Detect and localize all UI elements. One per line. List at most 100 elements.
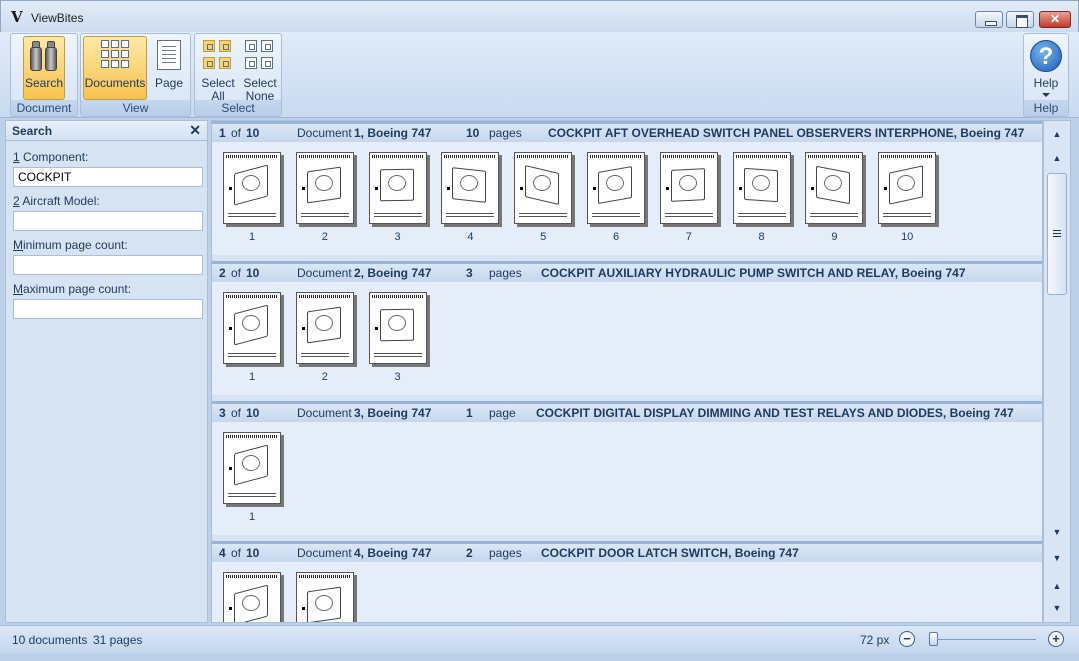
page-number: 9 [831,231,838,243]
page-number: 4 [467,231,474,243]
scroll-next-document-icon[interactable]: ▼ [1044,599,1070,617]
min-page-count-accel: M [13,238,23,252]
doc-of: of [231,126,242,140]
close-search-pane-icon[interactable]: ✕ [189,122,201,139]
doc-total: 10 [246,126,260,140]
doc-title: COCKPIT AUXILIARY HYDRAULIC PUMP SWITCH … [541,266,966,280]
select-none-button[interactable]: Select None [239,36,281,103]
page-thumbnail[interactable] [732,152,791,224]
page-number: 5 [540,231,547,243]
doc-id: 4, Boeing 747 [354,546,432,560]
page-thumbnail[interactable] [587,152,645,224]
document-section: 2 of 10 Document 2, Boeing 747 3 pages COCKPIT … [212,261,1042,401]
page-thumbnail[interactable] [368,292,427,364]
scrollbar-thumb[interactable] [1047,173,1067,295]
max-page-count-label: Maximum page count: [13,282,131,296]
page-thumbnail[interactable] [368,152,427,224]
documents-grid-icon [101,40,129,68]
page-thumbnail[interactable] [514,152,573,224]
status-page-count: 31 pages [93,633,143,647]
doc-pages-label: pages [489,266,522,280]
document-pages: 1 2 3 [212,282,1042,395]
ribbon-group-help: ? Help Help [1023,33,1069,117]
doc-index: 2 [219,266,226,280]
page-thumbnail[interactable] [878,152,937,224]
document-header[interactable]: 4 of 10 Document 4, Boeing 747 2 pages COCKPIT … [212,541,1042,562]
doc-of: of [231,546,242,560]
ribbon-group-label: Document [11,100,77,116]
ribbon-group-label: View [81,100,190,116]
close-icon [1040,12,1070,27]
documents-view-label: Documents [84,76,146,90]
page-thumbnail[interactable] [295,292,354,364]
page-icon [157,40,181,70]
doc-pages-label: page [489,406,516,420]
doc-total: 10 [246,266,260,280]
min-page-count-label: Minimum page count: [13,238,128,252]
minimize-icon [976,12,1002,27]
page-thumbnail[interactable] [659,152,718,224]
document-pages: 12 [212,562,1042,622]
page-thumbnail[interactable] [295,152,354,224]
zoom-in-button[interactable]: + [1048,631,1064,647]
page-thumbnail[interactable] [441,152,500,224]
doc-id: 1, Boeing 747 [354,126,432,140]
page-number: 10 [901,231,914,243]
min-page-count-input[interactable] [13,255,203,275]
search-button-label: Search [24,76,64,90]
doc-label: Document [297,266,352,280]
vertical-scrollbar[interactable]: ▲ ▲ ▼ ▼ ▲ ▼ [1043,120,1071,623]
scroll-prev-document-icon[interactable]: ▲ [1044,577,1070,595]
max-page-count-input[interactable] [13,299,203,319]
scroll-bottom-icon[interactable]: ▼ [1044,549,1070,567]
document-header[interactable]: 3 of 10 Document 3, Boeing 747 1 page COCKPIT D… [212,401,1042,422]
ribbon-group-view: Documents Page View [80,33,191,117]
aircraft-model-input[interactable] [13,211,203,231]
document-header[interactable]: 1 of 10 Document 1, Boeing 747 10 pages COCKPIT… [212,121,1042,142]
document-pages: 1 [212,422,1042,535]
aircraft-model-label: 2 Aircraft Model: [13,194,100,208]
minimize-button[interactable] [975,11,1003,28]
help-button[interactable]: ? Help [1026,36,1066,100]
page-thumbnail[interactable] [223,572,281,622]
select-all-button[interactable]: Select All [197,36,239,103]
status-bar: 10 documents 31 pages 72 px − + [0,625,1079,653]
close-window-button[interactable] [1039,11,1071,28]
binoculars-icon [29,40,59,72]
page-view-button[interactable]: Page [149,36,189,100]
doc-of: of [231,406,242,420]
page-thumbnail[interactable] [295,572,354,622]
zoom-slider-track[interactable] [930,639,1036,640]
page-thumbnail[interactable] [805,152,864,224]
ribbon-group-label: Select [195,100,281,116]
search-pane-title: Search [12,124,53,138]
zoom-out-button[interactable]: − [899,631,915,647]
search-pane-header: Search ✕ [6,121,207,141]
aircraft-model-accel: 2 [13,194,20,208]
doc-title: COCKPIT DIGITAL DISPLAY DIMMING AND TEST… [536,406,1014,420]
page-thumbnail[interactable] [223,152,281,224]
maximize-button[interactable] [1006,11,1034,28]
doc-index: 1 [219,126,226,140]
documents-view-button[interactable]: Documents [83,36,147,100]
help-icon: ? [1030,40,1062,72]
ribbon: Search Document Documents Page View Sele… [0,32,1079,118]
doc-page-count: 10 [466,126,480,140]
page-thumbnail[interactable] [223,292,281,364]
document-header[interactable]: 2 of 10 Document 2, Boeing 747 3 pages COCKPIT … [212,261,1042,282]
component-input[interactable] [13,167,203,187]
doc-total: 10 [246,406,260,420]
search-button[interactable]: Search [23,36,65,100]
doc-pages-label: pages [489,546,522,560]
page-number: 3 [394,371,401,383]
ribbon-group-document: Search Document [10,33,78,117]
scroll-top-icon[interactable]: ▲ [1044,125,1070,143]
page-thumbnail[interactable] [223,432,281,504]
max-page-count-accel: M [13,282,23,296]
page-number: 1 [248,511,256,523]
status-document-count: 10 documents [12,633,88,647]
scroll-up-icon[interactable]: ▲ [1044,149,1070,167]
document-section: 3 of 10 Document 3, Boeing 747 1 page COCKPIT D… [212,401,1042,541]
scroll-down-icon[interactable]: ▼ [1044,523,1070,541]
zoom-slider-thumb[interactable] [929,632,939,646]
